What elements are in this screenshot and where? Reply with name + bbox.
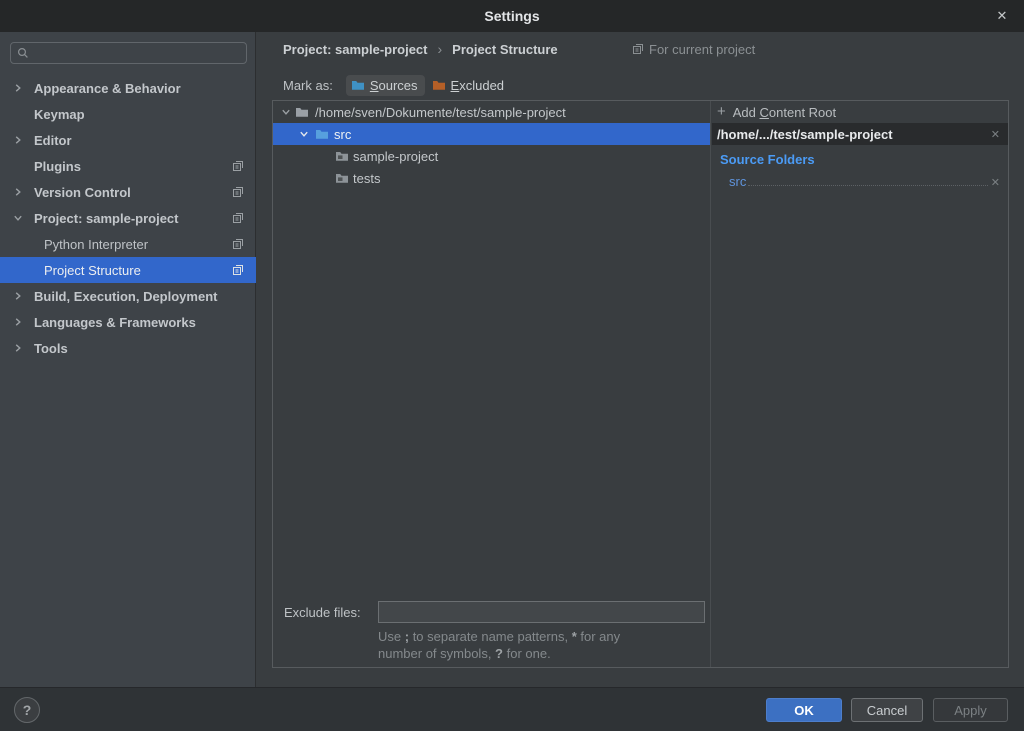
exclude-files-label: Exclude files: [284, 601, 361, 623]
sidebar-item-label: Plugins [34, 159, 81, 174]
tree-row-sample-project[interactable]: sample-project [273, 145, 710, 167]
help-button[interactable]: ? [14, 697, 40, 723]
sidebar-item-label: Version Control [34, 185, 131, 200]
sidebar-item-python-interpreter[interactable]: Python Interpreter [0, 231, 256, 257]
excluded-folder-icon [432, 79, 446, 91]
settings-sidebar: Appearance & Behavior Keymap Editor Plug… [0, 32, 256, 687]
sidebar-item-label: Build, Execution, Deployment [34, 289, 217, 304]
sidebar-item-build-execution-deployment[interactable]: Build, Execution, Deployment [0, 283, 256, 309]
search-icon [17, 47, 29, 59]
tree-row-src[interactable]: src [273, 123, 710, 145]
tree-row-label: src [334, 127, 351, 142]
dotted-leader [748, 185, 987, 186]
sidebar-item-project-structure[interactable]: Project Structure [0, 257, 256, 283]
chevron-down-icon[interactable] [13, 213, 23, 223]
mark-sources-button[interactable]: Sources [346, 75, 425, 96]
source-folder-name: src [729, 173, 746, 190]
sidebar-item-label: Python Interpreter [44, 237, 148, 252]
dialog-title: Settings [484, 8, 539, 24]
sidebar-item-label: Project Structure [44, 263, 141, 278]
breadcrumb: Project: sample-project › Project Struct… [283, 38, 558, 60]
sidebar-item-project-sample-project[interactable]: Project: sample-project [0, 205, 256, 231]
external-settings-icon [232, 160, 244, 172]
sidebar-item-editor[interactable]: Editor [0, 127, 256, 153]
chevron-right-icon[interactable] [13, 291, 23, 301]
add-content-root-button[interactable]: + Add Content Root [712, 101, 1008, 123]
mark-excluded-button[interactable]: Excluded [427, 75, 511, 96]
cancel-button[interactable]: Cancel [851, 698, 923, 722]
dialog-footer: ? OK Cancel Apply [0, 687, 1024, 731]
remove-source-folder-icon[interactable]: ✕ [991, 176, 1000, 189]
content-root-tree: /home/sven/Dokumente/test/sample-project… [273, 101, 711, 667]
apply-button[interactable]: Apply [933, 698, 1008, 722]
external-settings-icon [232, 186, 244, 198]
content-root-path: /home/.../test/sample-project [717, 127, 991, 142]
close-icon[interactable]: ✕ [990, 0, 1014, 32]
content-roots-panel: + Add Content Root /home/.../test/sample… [712, 101, 1008, 667]
tree-row-content-root[interactable]: /home/sven/Dokumente/test/sample-project [273, 101, 710, 123]
tree-row-label: sample-project [353, 149, 438, 164]
exclude-hint-line1: Use ; to separate name patterns, * for a… [378, 629, 620, 644]
source-folders-heading: Source Folders [720, 152, 815, 167]
project-window-icon [632, 43, 644, 55]
source-folder-icon [315, 128, 329, 140]
mark-sources-label: Sources [370, 78, 418, 93]
sidebar-item-version-control[interactable]: Version Control [0, 179, 256, 205]
breadcrumb-project[interactable]: Project: sample-project [283, 42, 428, 57]
chevron-right-icon[interactable] [13, 187, 23, 197]
sidebar-item-label: Project: sample-project [34, 211, 179, 226]
sidebar-item-appearance-behavior[interactable]: Appearance & Behavior [0, 75, 256, 101]
folder-icon [335, 172, 349, 184]
sidebar-item-label: Tools [34, 341, 68, 356]
plus-icon: + [717, 103, 726, 120]
sidebar-item-label: Keymap [34, 107, 85, 122]
breadcrumb-separator: › [438, 41, 443, 57]
external-settings-icon [232, 212, 244, 224]
tree-row-tests[interactable]: tests [273, 167, 710, 189]
sidebar-item-languages-frameworks[interactable]: Languages & Frameworks [0, 309, 256, 335]
for-current-project-label: For current project [649, 42, 755, 57]
tree-row-label: tests [353, 171, 380, 186]
exclude-files-field-wrapper [378, 601, 705, 623]
project-structure-panels: /home/sven/Dokumente/test/sample-project… [272, 100, 1009, 668]
content-root-row[interactable]: /home/.../test/sample-project ✕ [712, 123, 1008, 145]
ok-button[interactable]: OK [766, 698, 842, 722]
chevron-down-icon[interactable] [281, 107, 291, 117]
sidebar-item-label: Editor [34, 133, 72, 148]
for-current-project-note: For current project [632, 38, 755, 60]
add-content-root-label: Add Content Root [733, 105, 836, 120]
search-input[interactable] [34, 46, 240, 61]
sidebar-item-label: Languages & Frameworks [34, 315, 196, 330]
external-settings-icon [232, 264, 244, 276]
sidebar-item-plugins[interactable]: Plugins [0, 153, 256, 179]
chevron-down-icon[interactable] [299, 129, 309, 139]
exclude-hint-line2: number of symbols, ? for one. [378, 646, 551, 661]
sidebar-item-label: Appearance & Behavior [34, 81, 181, 96]
folder-icon [335, 150, 349, 162]
remove-content-root-icon[interactable]: ✕ [991, 128, 1000, 141]
chevron-right-icon[interactable] [13, 83, 23, 93]
source-folder-item-src[interactable]: src ✕ [729, 171, 1000, 190]
mark-excluded-label: Excluded [451, 78, 504, 93]
exclude-files-input[interactable] [379, 602, 704, 622]
sidebar-item-tools[interactable]: Tools [0, 335, 256, 361]
chevron-right-icon[interactable] [13, 135, 23, 145]
settings-nav: Appearance & Behavior Keymap Editor Plug… [0, 75, 256, 361]
folder-icon [295, 106, 309, 118]
chevron-right-icon[interactable] [13, 317, 23, 327]
dialog-title-bar: Settings ✕ [0, 0, 1024, 32]
help-icon: ? [23, 702, 32, 718]
tree-row-label: /home/sven/Dokumente/test/sample-project [315, 105, 566, 120]
sidebar-item-keymap[interactable]: Keymap [0, 101, 256, 127]
external-settings-icon [232, 238, 244, 250]
mark-as-toolbar: Mark as: Sources Excluded [283, 72, 511, 98]
search-input-wrapper[interactable] [10, 42, 247, 64]
sources-folder-icon [351, 79, 365, 91]
mark-as-label: Mark as: [283, 78, 333, 93]
breadcrumb-page: Project Structure [452, 42, 557, 57]
chevron-right-icon[interactable] [13, 343, 23, 353]
